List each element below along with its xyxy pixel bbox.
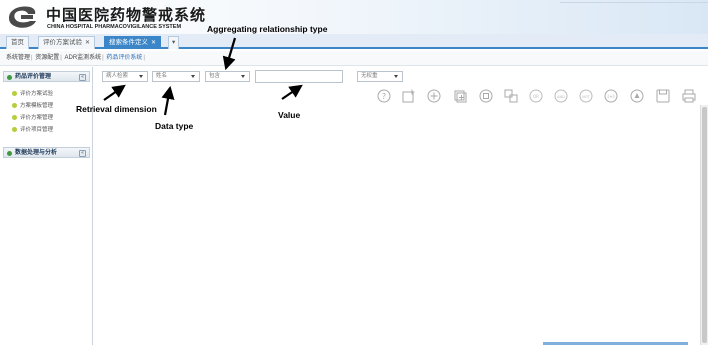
arrow-data-type [161,85,175,116]
annotation-value: Value [278,110,301,120]
annotation-retrieval: Retrieval dimension [76,104,157,114]
arrow-aggregating [222,37,237,71]
arrow-value [281,84,303,100]
arrow-retrieval [103,84,126,101]
annotation-arrows [103,37,303,116]
annotation-aggregating: Aggregating relationship type [207,24,328,34]
annotation-data-type: Data type [155,121,194,131]
